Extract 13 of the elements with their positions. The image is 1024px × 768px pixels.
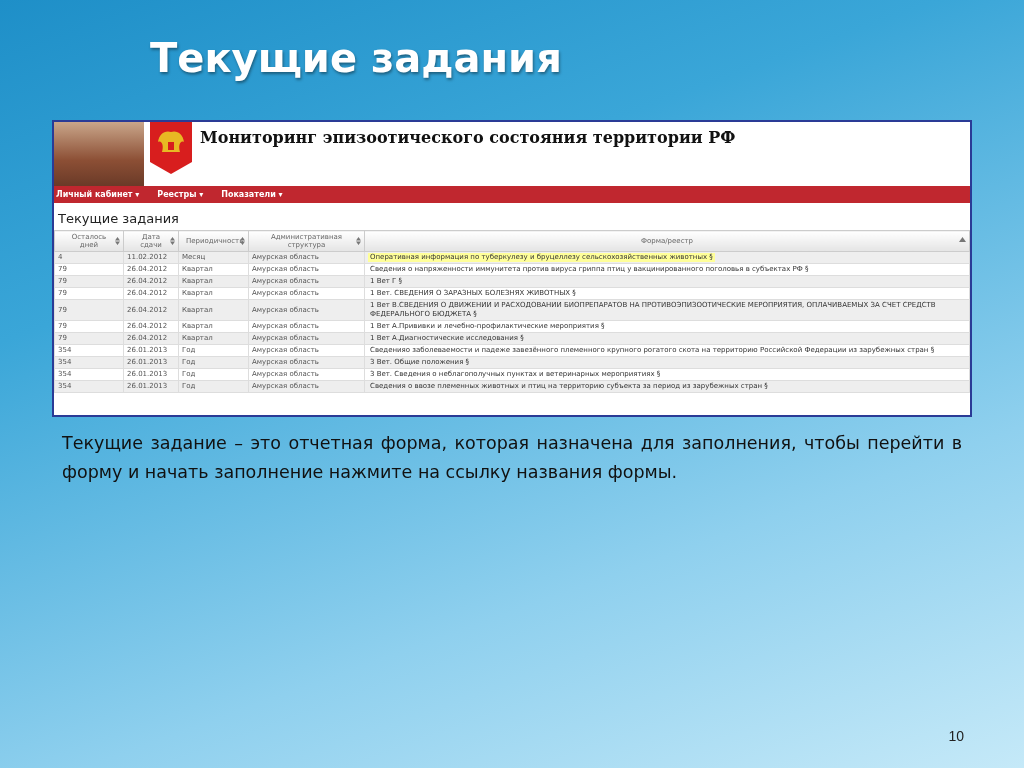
page-title: Текущие задания [57, 210, 180, 228]
menu-item[interactable]: Реестры ▾ [157, 190, 204, 199]
site-title: Мониторинг эпизоотического состояния территории РФ [200, 127, 736, 149]
description-text: Текущие задание – это отчетная форма, которая назначена для заполнения, чтобы перейти в форму и начать заполнение нажмите на ссылку названия формы. [62, 432, 962, 484]
sort-icon[interactable] [170, 237, 175, 245]
menu-item[interactable]: Показатели ▾ [221, 190, 283, 199]
emblem-icon [150, 122, 192, 174]
menu-item[interactable]: Личный кабинет ▾ [56, 190, 140, 199]
page-number: 10 [948, 728, 964, 744]
slide-title: Текущие задания [150, 34, 563, 83]
sort-icon[interactable] [356, 237, 361, 245]
sort-icon[interactable] [115, 237, 120, 245]
sort-ascending-icon[interactable] [959, 237, 966, 242]
